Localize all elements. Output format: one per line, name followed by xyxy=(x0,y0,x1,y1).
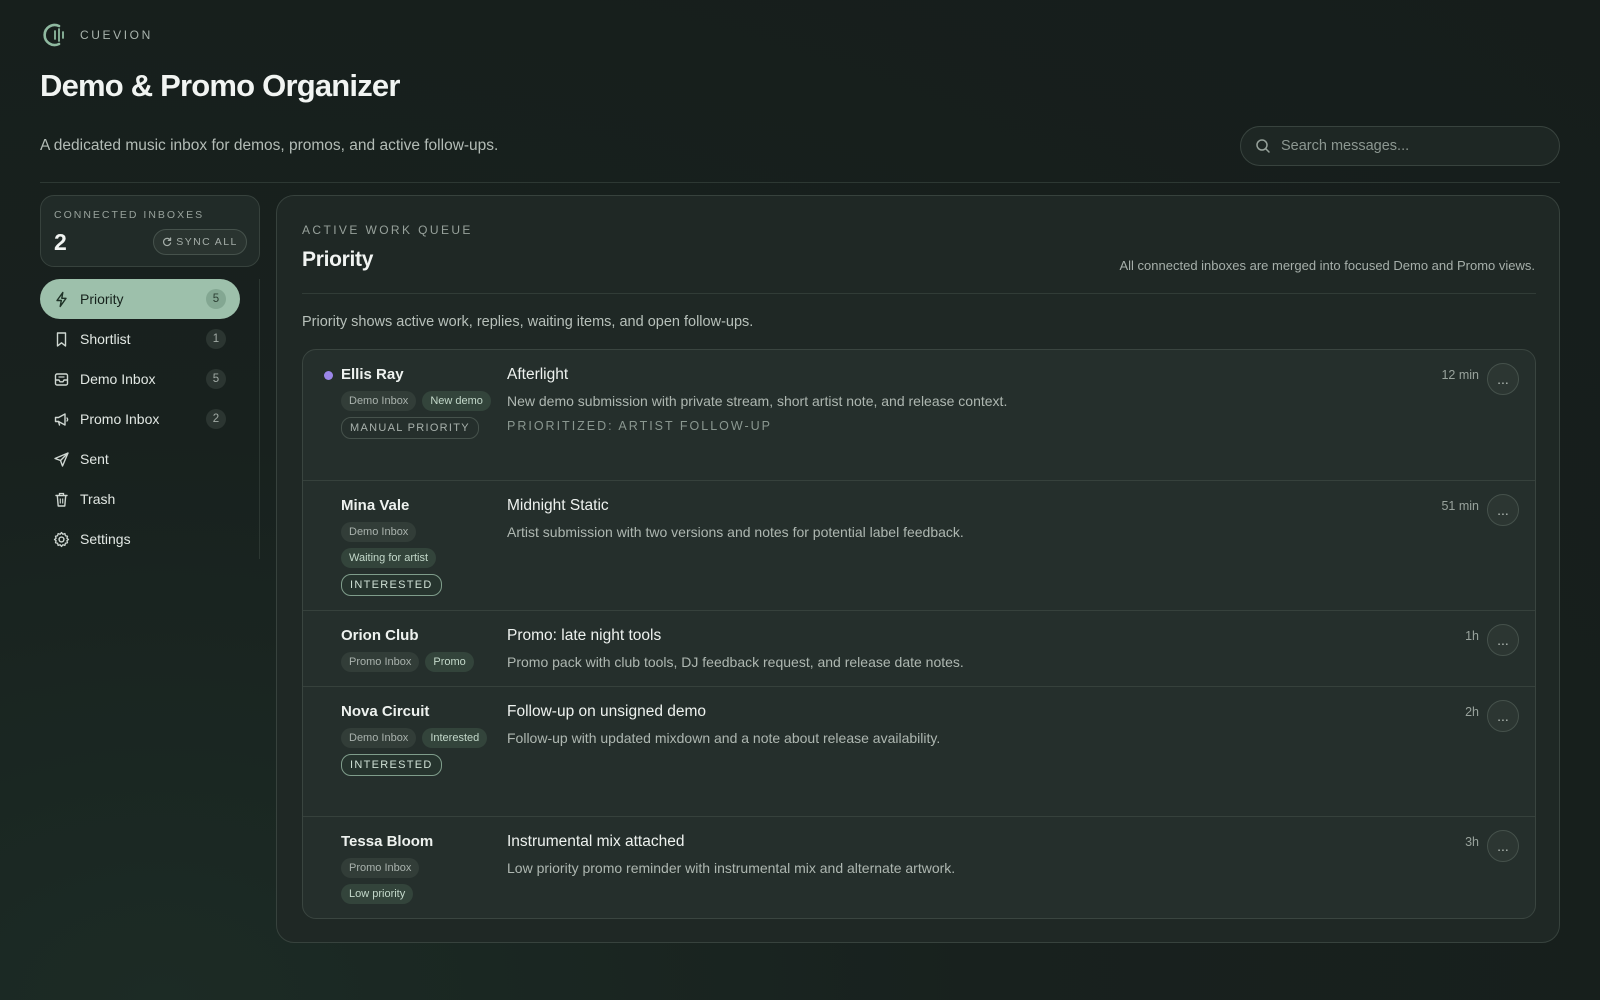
message-preview: Artist submission with two versions and … xyxy=(507,524,964,540)
queue-description: Priority shows active work, replies, wai… xyxy=(302,314,754,330)
source-tag: Demo Inbox xyxy=(341,391,417,411)
queue-divider xyxy=(302,293,1536,294)
sidebar-item-label: Settings xyxy=(80,531,131,547)
sidebar-item-trash[interactable]: Trash xyxy=(40,479,240,519)
message-time: 12 min xyxy=(1441,368,1479,382)
sidebar-item-shortlist[interactable]: Shortlist 1 xyxy=(40,319,240,359)
brand-name: CUEVION xyxy=(80,28,153,42)
sidebar-item-label: Shortlist xyxy=(80,331,131,347)
interest-flag: INTERESTED xyxy=(341,574,442,596)
lightning-icon xyxy=(56,291,67,307)
message-sender: Nova Circuit xyxy=(341,703,430,720)
megaphone-icon xyxy=(54,412,69,426)
sidebar-item-label: Sent xyxy=(80,451,109,467)
sidebar-divider xyxy=(259,279,260,559)
page-subtitle: A dedicated music inbox for demos, promo… xyxy=(40,137,499,154)
message-subject: Midnight Static xyxy=(507,497,609,514)
message-preview: Promo pack with club tools, DJ feedback … xyxy=(507,654,964,670)
message-subject: Afterlight xyxy=(507,366,569,383)
more-actions-button[interactable]: ... xyxy=(1487,494,1519,526)
status-tag: Interested xyxy=(422,728,488,748)
sidebar-item-count: 1 xyxy=(206,329,226,349)
sidebar-item-promo-inbox[interactable]: Promo Inbox 2 xyxy=(40,399,240,439)
message-sender: Ellis Ray xyxy=(341,366,404,383)
message-sender: Mina Vale xyxy=(341,497,410,514)
more-actions-button[interactable]: ... xyxy=(1487,830,1519,862)
status-tag: New demo xyxy=(422,391,491,411)
sidebar-item-label: Priority xyxy=(80,291,124,307)
status-tag: Promo xyxy=(425,652,474,672)
sidebar-nav: Priority 5 Shortlist 1 Demo Inbox 5 Prom… xyxy=(40,279,240,559)
message-tags: Promo Inbox Promo xyxy=(341,652,501,672)
queue-label: ACTIVE WORK QUEUE xyxy=(302,223,473,237)
inbox-icon xyxy=(54,372,69,386)
search-input[interactable] xyxy=(1281,138,1559,154)
cuevion-logo-icon xyxy=(43,23,64,47)
priority-flag: MANUAL PRIORITY xyxy=(341,417,479,439)
sidebar-item-count: 5 xyxy=(206,289,226,309)
send-icon xyxy=(54,451,69,467)
sync-all-label: SYNC ALL xyxy=(176,236,238,248)
message-time: 51 min xyxy=(1441,499,1479,513)
refresh-icon xyxy=(163,237,172,247)
queue-merged-note: All connected inboxes are merged into fo… xyxy=(1119,258,1536,273)
gear-icon xyxy=(53,531,70,547)
message-tags: Demo Inbox Interested INTERESTED xyxy=(341,728,491,776)
message-time: 3h xyxy=(1465,835,1479,849)
more-actions-button[interactable]: ... xyxy=(1487,624,1519,656)
header-divider xyxy=(40,182,1560,183)
message-preview: Follow-up with updated mixdown and a not… xyxy=(507,730,941,746)
connected-inboxes-label: CONNECTED INBOXES xyxy=(54,209,205,221)
sidebar-item-count: 2 xyxy=(206,409,226,429)
sidebar-item-label: Trash xyxy=(80,491,116,507)
message-list: Ellis Ray Demo Inbox New demo MANUAL PRI… xyxy=(302,349,1536,919)
message-row[interactable]: Mina Vale Demo Inbox Waiting for artist … xyxy=(303,480,1535,610)
message-row[interactable]: Nova Circuit Demo Inbox Interested INTER… xyxy=(303,686,1535,816)
interest-flag: INTERESTED xyxy=(341,754,442,776)
connected-inboxes-count: 2 xyxy=(54,229,67,255)
message-row[interactable]: Tessa Bloom Promo Inbox Low priority Ins… xyxy=(303,816,1535,918)
status-tag: Low priority xyxy=(341,884,414,904)
message-tags: Promo Inbox Low priority xyxy=(341,858,491,904)
work-queue-panel: ACTIVE WORK QUEUE Priority All connected… xyxy=(276,195,1560,943)
connected-inboxes-card: CONNECTED INBOXES 2 SYNC ALL xyxy=(40,195,260,267)
sidebar-item-label: Demo Inbox xyxy=(80,371,156,387)
message-sender: Tessa Bloom xyxy=(341,833,434,850)
sidebar-item-count: 5 xyxy=(206,369,226,389)
queue-title: Priority xyxy=(302,248,374,271)
status-tag: Waiting for artist xyxy=(341,548,437,568)
sidebar-item-priority[interactable]: Priority 5 xyxy=(40,279,240,319)
more-actions-button[interactable]: ... xyxy=(1487,700,1519,732)
message-time: 2h xyxy=(1465,705,1479,719)
more-actions-button[interactable]: ... xyxy=(1487,363,1519,395)
source-tag: Demo Inbox xyxy=(341,728,417,748)
message-subject: Instrumental mix attached xyxy=(507,833,685,850)
sidebar-item-demo-inbox[interactable]: Demo Inbox 5 xyxy=(40,359,240,399)
message-preview: New demo submission with private stream,… xyxy=(507,393,1008,409)
message-tags: Demo Inbox Waiting for artist INTERESTED xyxy=(341,522,491,596)
page-title: Demo & Promo Organizer xyxy=(40,68,400,103)
source-tag: Promo Inbox xyxy=(341,652,420,672)
prioritized-reason: PRIORITIZED: ARTIST FOLLOW-UP xyxy=(507,419,772,433)
trash-icon xyxy=(55,492,68,507)
unread-indicator xyxy=(324,371,333,380)
source-tag: Promo Inbox xyxy=(341,858,420,878)
sidebar-item-settings[interactable]: Settings xyxy=(40,519,240,559)
message-subject: Follow-up on unsigned demo xyxy=(507,703,707,720)
bookmark-icon xyxy=(56,331,67,347)
message-tags: Demo Inbox New demo MANUAL PRIORITY xyxy=(341,391,491,439)
sidebar-item-label: Promo Inbox xyxy=(80,411,160,427)
search-icon xyxy=(1256,139,1270,153)
message-row[interactable]: Orion Club Promo Inbox Promo Promo: late… xyxy=(303,610,1535,686)
sync-all-button[interactable]: SYNC ALL xyxy=(153,229,247,255)
message-time: 1h xyxy=(1465,629,1479,643)
search-box[interactable] xyxy=(1240,126,1560,166)
message-subject: Promo: late night tools xyxy=(507,627,662,644)
sidebar-item-sent[interactable]: Sent xyxy=(40,439,240,479)
message-sender: Orion Club xyxy=(341,627,419,644)
message-row[interactable]: Ellis Ray Demo Inbox New demo MANUAL PRI… xyxy=(303,350,1535,480)
brand: CUEVION xyxy=(40,20,153,50)
message-preview: Low priority promo reminder with instrum… xyxy=(507,860,956,876)
source-tag: Demo Inbox xyxy=(341,522,417,542)
